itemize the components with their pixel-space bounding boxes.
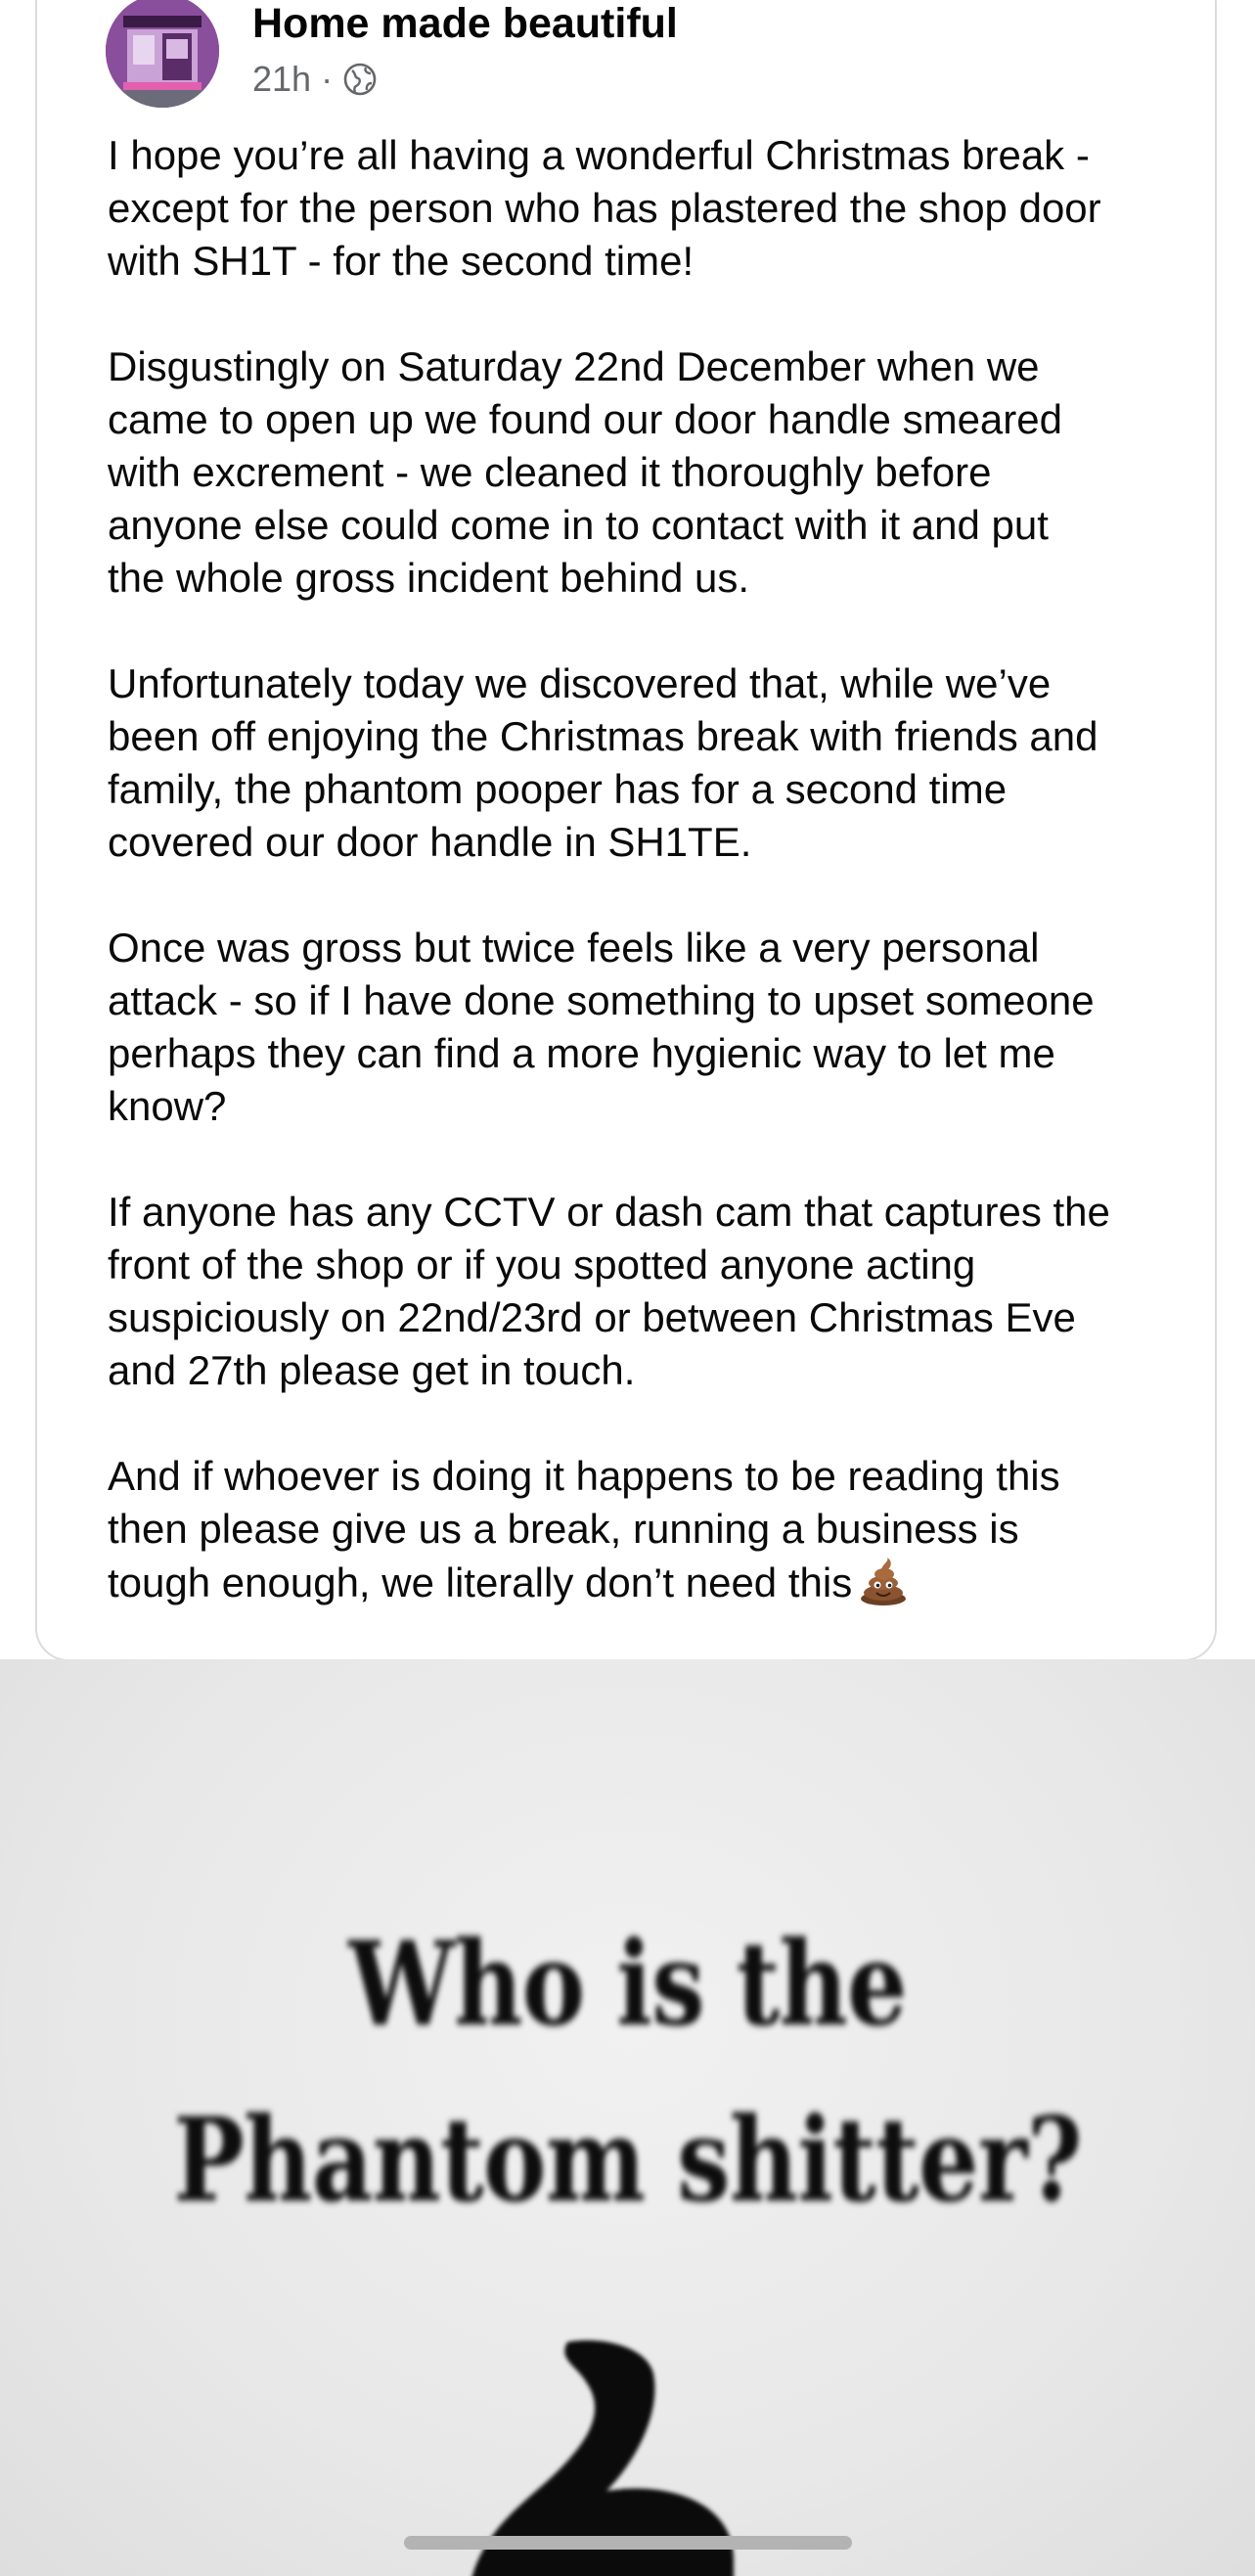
post-text-line: and 27th please get in touch.: [108, 1347, 636, 1393]
page-name[interactable]: Home made beautiful: [252, 0, 678, 48]
post-body: I hope you’re all having a wonderful Chr…: [108, 129, 1233, 1662]
post-text-line: except for the person who has plastered …: [108, 185, 1101, 231]
page-avatar[interactable]: [106, 0, 219, 108]
post-text-line: know?: [108, 1083, 227, 1129]
globe-icon[interactable]: [342, 62, 378, 97]
post-header: Home made beautiful 21h ·: [106, 0, 1176, 112]
post-text-line: If anyone has any CCTV or dash cam that …: [108, 1189, 1110, 1235]
post-paragraph: Once was gross but twice feels like a ve…: [108, 922, 1233, 1133]
post-text-line-last: tough enough, we literally don’t need th…: [108, 1556, 1233, 1609]
post-paragraph: Unfortunately today we discovered that, …: [108, 657, 1233, 869]
post-text-last-words: tough enough, we literally don’t need th…: [108, 1559, 853, 1605]
meta-separator: ·: [321, 59, 334, 99]
post-text-line: then please give us a break, running a b…: [108, 1506, 1019, 1552]
home-indicator[interactable]: [404, 2536, 852, 2550]
post-text-line: family, the phantom pooper has for a sec…: [108, 766, 1008, 812]
post-text-line: with excrement - we cleaned it thoroughl…: [108, 449, 992, 495]
post-text-line: covered our door handle in SH1TE.: [108, 819, 752, 865]
post-text-line: came to open up we found our door handle…: [108, 396, 1062, 442]
post-paragraph: Disgustingly on Saturday 22nd December w…: [108, 340, 1233, 605]
post-paragraph: I hope you’re all having a wonderful Chr…: [108, 129, 1233, 288]
post-text-line: anyone else could come in to contact wit…: [108, 502, 1049, 548]
post-text-line: perhaps they can find a more hygienic wa…: [108, 1030, 1055, 1076]
post-text-line: the whole gross incident behind us.: [108, 555, 750, 601]
post-text-line: been off enjoying the Christmas break wi…: [108, 713, 1098, 759]
poop-emoji-icon: [861, 1558, 907, 1605]
post-text-line: Once was gross but twice feels like a ve…: [108, 925, 1040, 971]
post-meta: 21h ·: [252, 59, 378, 100]
post-paragraph: And if whoever is doing it happens to be…: [108, 1450, 1233, 1609]
post-text-line: Disgustingly on Saturday 22nd December w…: [108, 343, 1040, 389]
meme-title-line-2: Phantom shitter?: [173, 2092, 1082, 2228]
post-text-line: I hope you’re all having a wonderful Chr…: [108, 132, 1090, 178]
post-text-line: And if whoever is doing it happens to be…: [108, 1453, 1060, 1499]
post-text-line: with SH1T - for the second time!: [108, 238, 695, 284]
meme-title-line-1: Who is the: [348, 1916, 907, 2052]
post-text-line: front of the shop or if you spotted anyo…: [108, 1242, 976, 1288]
meme-image[interactable]: Who is the Phantom shitter?: [0, 1659, 1255, 2576]
shopfront-avatar-icon: [106, 0, 219, 108]
post-paragraph: If anyone has any CCTV or dash cam that …: [108, 1186, 1233, 1397]
post-text-line: attack - so if I have done something to …: [108, 977, 1095, 1023]
post-card: Home made beautiful 21h · I hope you’re …: [35, 0, 1217, 1661]
post-text-line: suspiciously on 22nd/23rd or between Chr…: [108, 1294, 1076, 1340]
post-text-line: Unfortunately today we discovered that, …: [108, 660, 1052, 706]
post-timestamp[interactable]: 21h: [252, 59, 311, 100]
